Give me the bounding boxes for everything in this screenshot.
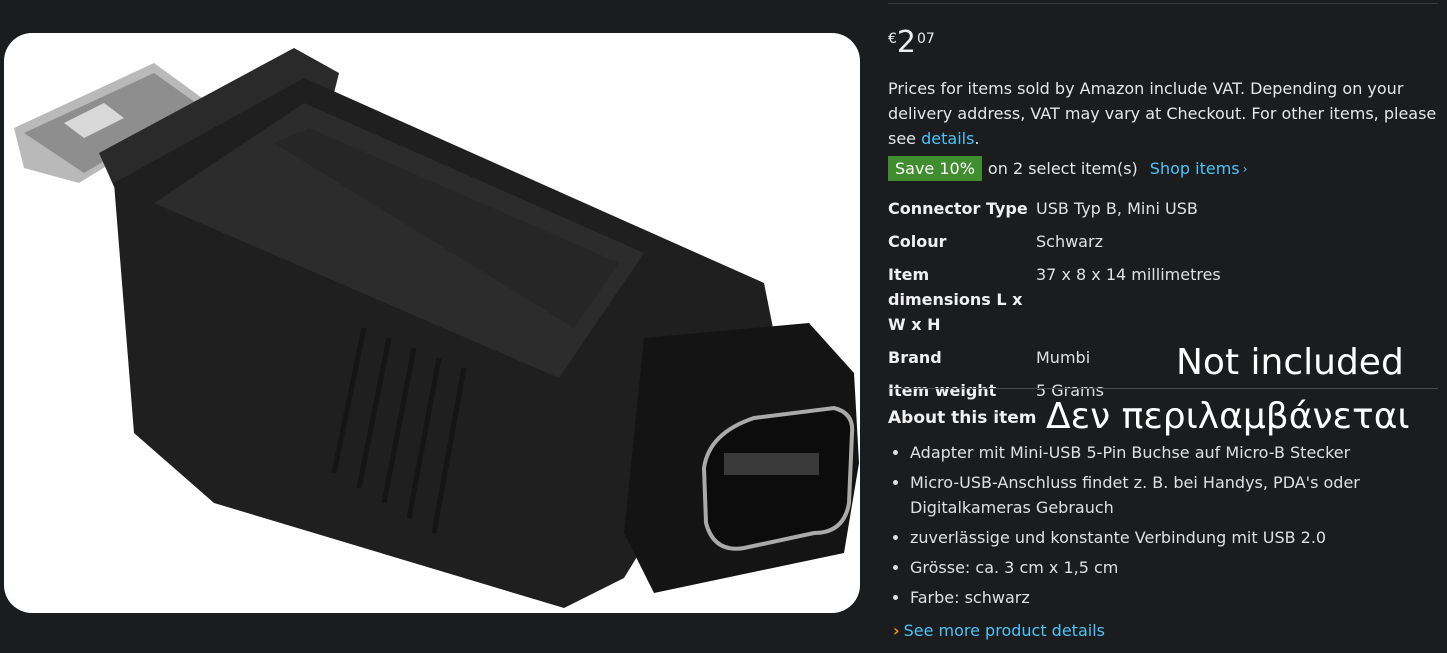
list-item: Farbe: schwarz xyxy=(910,585,1430,610)
price-currency: € xyxy=(888,31,897,47)
spec-key: Connector Type xyxy=(888,199,1028,218)
list-item: Adapter mit Mini-USB 5-Pin Buchse auf Mi… xyxy=(910,440,1430,465)
spec-row: Connector Type USB Typ B, Mini USB xyxy=(888,196,1221,221)
list-item: Grösse: ca. 3 cm x 1,5 cm xyxy=(910,555,1430,580)
top-divider xyxy=(888,3,1438,4)
overlay-not-included: Not included xyxy=(1176,342,1404,383)
section-divider xyxy=(888,388,1438,389)
spec-row: Item dimensions L x W x H 37 x 8 x 14 mi… xyxy=(888,262,1221,337)
vat-notice: Prices for items sold by Amazon include … xyxy=(888,76,1440,151)
price: € 2 07 xyxy=(888,26,935,60)
vat-details-link[interactable]: details xyxy=(921,129,974,148)
list-item: Micro-USB-Anschluss findet z. B. bei Han… xyxy=(910,470,1430,520)
product-specs: Connector Type USB Typ B, Mini USB Colou… xyxy=(888,196,1221,403)
see-more-details[interactable]: › See more product details xyxy=(893,618,1105,643)
chevron-right-icon: › xyxy=(1242,161,1248,176)
save-badge: Save 10% xyxy=(888,156,982,181)
spec-value: 37 x 8 x 14 millimetres xyxy=(1036,265,1221,284)
spec-row: Colour Schwarz xyxy=(888,229,1221,254)
list-item: zuverlässige und konstante Verbindung mi… xyxy=(910,525,1430,550)
spec-key: Colour xyxy=(888,232,947,251)
product-image[interactable] xyxy=(4,33,860,613)
spec-key: Brand xyxy=(888,348,942,367)
overlay-not-included-greek: Δεν περιλαμβάνεται xyxy=(1046,396,1410,437)
usb-adapter-illustration xyxy=(14,48,859,608)
about-bullets: Adapter mit Mini-USB 5-Pin Buchse auf Mi… xyxy=(888,440,1430,615)
price-whole: 2 xyxy=(896,25,916,60)
spec-value: Schwarz xyxy=(1036,232,1103,251)
price-fraction: 07 xyxy=(917,31,935,47)
promotion: Save 10% on 2 select item(s) Shop items … xyxy=(888,156,1247,181)
vat-notice-end: . xyxy=(974,129,980,148)
spec-key: Item weight xyxy=(888,381,997,400)
see-more-link[interactable]: See more product details xyxy=(904,621,1105,640)
spec-row: Brand Mumbi xyxy=(888,345,1221,370)
shop-items-link[interactable]: Shop items xyxy=(1150,159,1240,178)
spec-key: Item dimensions L x W x H xyxy=(888,265,1023,334)
promo-text: on 2 select item(s) xyxy=(987,159,1138,178)
about-heading: About this item xyxy=(888,408,1037,428)
chevron-right-icon: › xyxy=(893,621,900,640)
spec-value: USB Typ B, Mini USB xyxy=(1036,199,1198,218)
